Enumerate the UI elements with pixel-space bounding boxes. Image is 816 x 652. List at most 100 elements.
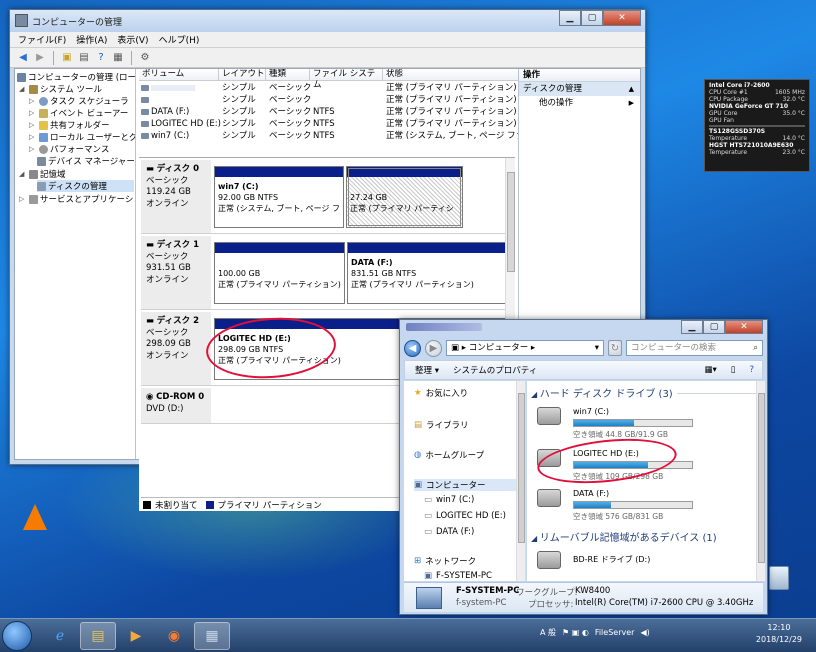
nav-scrollbar[interactable]	[516, 381, 525, 581]
table-row[interactable]: シンプル ベーシック 正常 (プライマリ パーティション)	[139, 82, 519, 94]
title-bar[interactable]: ▁ ▢ ✕	[400, 320, 767, 336]
table-row[interactable]: win7 (C:) シンプル ベーシック NTFS 正常 (システム, ブート,…	[139, 130, 519, 142]
ie-icon[interactable]: ℯ	[42, 622, 78, 650]
nav-item-drive-e[interactable]: ▭ LOGITEC HD (E:)	[424, 510, 506, 522]
storage-icon	[29, 169, 38, 179]
group-header-hdd[interactable]: ◢ ハード ディスク ドライブ (3)	[531, 385, 673, 400]
search-input[interactable]: コンピューターの検索 ⌕	[626, 340, 763, 356]
tree-item-services[interactable]: ▷ サービスとアプリケーショ	[19, 193, 135, 205]
gadget-row: Temperature 14.0 °C	[709, 135, 805, 142]
tree-item-local-users[interactable]: ▷ ローカル ユーザーとグ	[29, 131, 135, 143]
help-icon[interactable]: ?	[749, 365, 754, 375]
view-options-icon[interactable]: ▦▾	[704, 365, 716, 375]
system-tray: A 般 ⚑ ▣ ◐ FileServer ◀)	[540, 627, 650, 638]
chevron-right-icon[interactable]: ▷	[19, 195, 27, 203]
tray-icons[interactable]: ⚑ ▣ ◐	[562, 628, 589, 637]
close-button[interactable]: ✕	[725, 320, 763, 334]
partition-win7[interactable]: win7 (C:) 92.00 GB NTFS 正常 (システム, ブート, ペ…	[214, 166, 344, 228]
maximize-button[interactable]: ▢	[581, 10, 603, 26]
media-player-icon[interactable]: ▶	[118, 622, 154, 650]
disk-row-0[interactable]: ▬ ディスク 0 ベーシック 119.24 GB オンライン win7 (C:)…	[141, 160, 513, 234]
tree-item-system-tools[interactable]: ◢ システム ツール	[19, 83, 102, 95]
desktop-icon-vlc[interactable]	[14, 504, 56, 530]
minimize-button[interactable]: ▁	[559, 10, 581, 26]
computer-management-icon[interactable]: ▦	[194, 622, 230, 650]
nav-item-network[interactable]: ⊞ ネットワーク	[414, 555, 476, 567]
close-button[interactable]: ✕	[603, 10, 641, 26]
action-more[interactable]: 他の操作 ▶	[519, 96, 640, 110]
tree-item-task-scheduler[interactable]: ▷ タスク スケジューラ	[29, 95, 129, 107]
partition-unnamed-0[interactable]: 27.24 GB 正常 (プライマリ パーティシ	[346, 166, 463, 228]
refresh-button[interactable]: ↻	[608, 340, 622, 356]
expand-icon[interactable]: ◢	[19, 85, 27, 93]
volume-icon[interactable]: ◀)	[640, 628, 649, 637]
nav-item-f-system-pc[interactable]: ▣ F-SYSTEM-PC	[424, 570, 492, 581]
chevron-right-icon[interactable]: ▷	[29, 121, 37, 129]
nav-item-favorites[interactable]: ★ お気に入り	[414, 387, 468, 399]
pc-name: F-SYSTEM-PC	[456, 586, 520, 596]
chevron-right-icon[interactable]: ▷	[29, 97, 37, 105]
table-row[interactable]: LOGITEC HD (E:) シンプル ベーシック NTFS 正常 (プライマ…	[139, 118, 519, 130]
forward-icon[interactable]: ▶	[33, 51, 47, 65]
partition-data[interactable]: DATA (F:) 831.51 GB NTFS 正常 (プライマリ パーティシ…	[347, 242, 507, 304]
tree-item-performance[interactable]: ▷ パフォーマンス	[29, 143, 109, 155]
help-icon[interactable]: ?	[94, 51, 108, 65]
nav-item-computer[interactable]: ▣ コンピューター	[414, 479, 524, 491]
clock[interactable]: 12:10 2018/12/29	[756, 622, 802, 646]
firefox-icon[interactable]: ◉	[156, 622, 192, 650]
nav-item-drive-c[interactable]: ▭ win7 (C:)	[424, 494, 474, 506]
table-row[interactable]: シンプル ベーシック 正常 (プライマリ パーティション)	[139, 94, 519, 106]
tree-item-storage[interactable]: ◢ 記憶域	[19, 168, 66, 180]
explorer-window[interactable]: ▁ ▢ ✕ ◀ ▶ ▣ ▸ コンピューター ▸ ▾ ↻ コンピューターの検索 ⌕…	[399, 319, 768, 615]
drive-usage-bar	[573, 461, 693, 469]
column-header-volume[interactable]: ボリューム	[139, 69, 219, 81]
desktop-icon-recycle-bin[interactable]	[764, 566, 794, 596]
tree-item-disk-management[interactable]: ディスクの管理	[37, 180, 134, 192]
chevron-right-icon[interactable]: ▷	[29, 133, 37, 141]
back-button[interactable]: ◀	[404, 339, 421, 357]
title-bar[interactable]: コンピューターの管理 ▁ ▢ ✕	[10, 10, 645, 32]
back-icon[interactable]: ◀	[16, 51, 30, 65]
group-header-removable[interactable]: ◢ リムーバブル記憶域があるデバイス (1)	[531, 529, 717, 544]
content-scrollbar[interactable]	[756, 381, 765, 581]
actions-section-disk-management[interactable]: ディスクの管理 ▲	[519, 82, 640, 96]
chevron-right-icon[interactable]: ▷	[29, 145, 37, 153]
menu-help[interactable]: ヘルプ(H)	[159, 33, 200, 46]
chevron-right-icon[interactable]: ▷	[29, 109, 37, 117]
system-properties-button[interactable]: システムのプロパティ	[453, 364, 537, 376]
preview-pane-icon[interactable]: ▯	[731, 365, 736, 375]
table-row[interactable]: DATA (F:) シンプル ベーシック NTFS 正常 (プライマリ パーティ…	[139, 106, 519, 118]
maximize-button[interactable]: ▢	[703, 320, 725, 334]
minimize-button[interactable]: ▁	[681, 320, 703, 334]
tree-item-shared-folders[interactable]: ▷ 共有フォルダー	[29, 119, 110, 131]
up-folder-icon[interactable]: ▣	[60, 51, 74, 65]
column-header-layout[interactable]: レイアウト	[219, 69, 266, 81]
collapse-icon: ◢	[531, 390, 540, 399]
nav-item-homegroup[interactable]: ◍ ホームグループ	[414, 449, 484, 461]
partition-unnamed-1[interactable]: 100.00 GB 正常 (プライマリ パーティション)	[214, 242, 345, 304]
tree-item-device-manager[interactable]: デバイス マネージャー	[37, 155, 135, 167]
menu-action[interactable]: 操作(A)	[76, 33, 107, 46]
expand-icon[interactable]: ◢	[19, 170, 27, 178]
tree-item-event-viewer[interactable]: ▷ イベント ビューアー	[29, 107, 128, 119]
organize-button[interactable]: 整理 ▾	[415, 364, 439, 376]
dropdown-icon[interactable]: ▾	[595, 341, 599, 355]
nav-item-drive-f[interactable]: ▭ DATA (F:)	[424, 526, 474, 538]
address-bar[interactable]: ▣ ▸ コンピューター ▸ ▾	[446, 340, 604, 356]
properties-icon[interactable]: ▦	[111, 51, 125, 65]
column-header-type[interactable]: 種類	[266, 69, 310, 81]
ime-indicator[interactable]: A 般	[540, 627, 556, 638]
nav-item-libraries[interactable]: ▤ ライブラリ	[414, 419, 469, 431]
disk-row-1[interactable]: ▬ ディスク 1 ベーシック 931.51 GB オンライン 100.00 GB…	[141, 236, 513, 310]
column-header-status[interactable]: 状態	[383, 69, 519, 81]
settings-icon[interactable]: ⚙	[138, 51, 152, 65]
forward-button[interactable]: ▶	[425, 339, 442, 357]
tray-label[interactable]: FileServer	[595, 628, 635, 637]
column-header-filesystem[interactable]: ファイル システム	[310, 69, 383, 90]
tree-item-root[interactable]: コンピューターの管理 (ローカル	[17, 71, 135, 83]
start-button[interactable]	[2, 621, 32, 651]
menu-view[interactable]: 表示(V)	[117, 33, 148, 46]
menu-file[interactable]: ファイル(F)	[18, 33, 66, 46]
explorer-icon[interactable]: ▤	[80, 622, 116, 650]
show-tree-icon[interactable]: ▤	[77, 51, 91, 65]
